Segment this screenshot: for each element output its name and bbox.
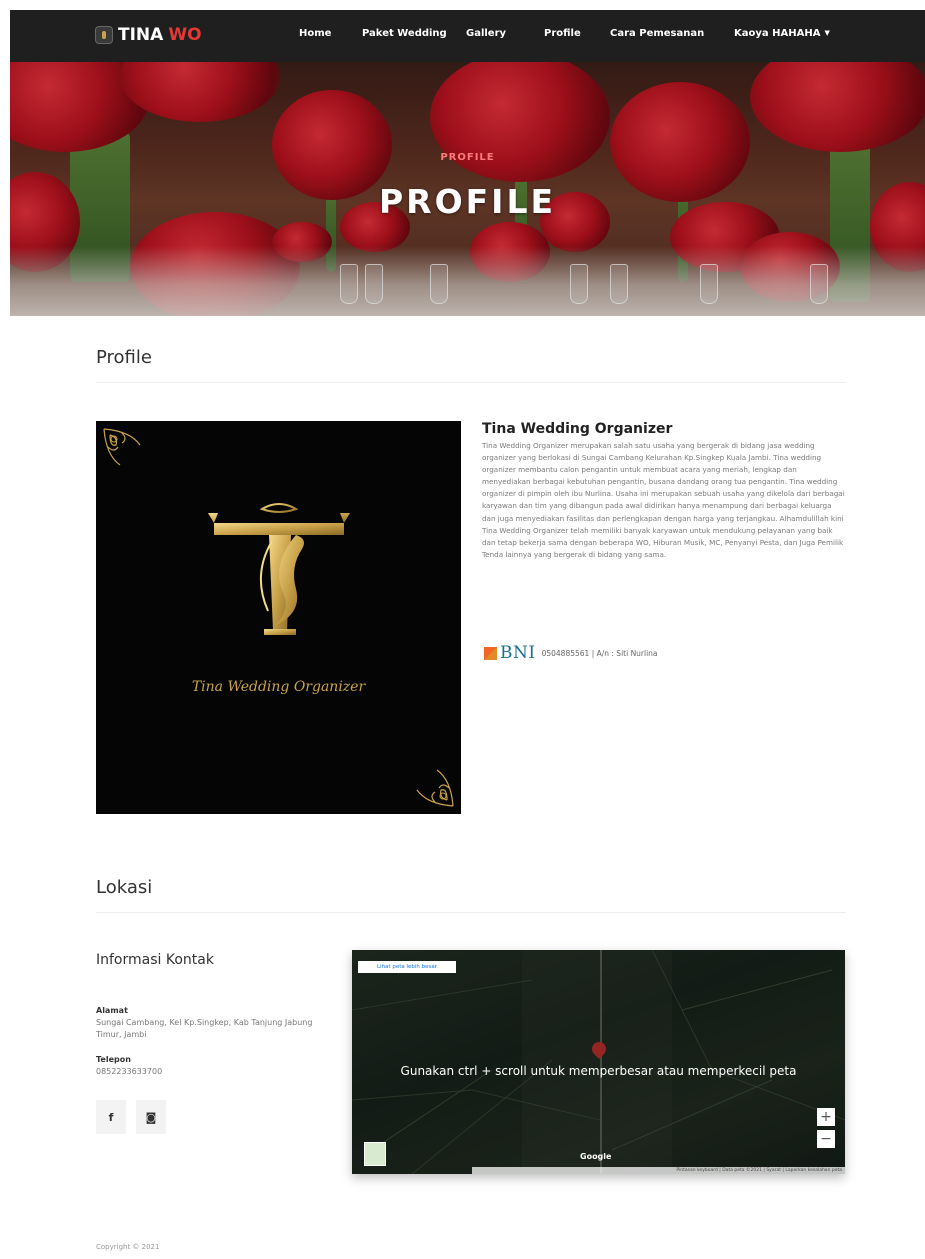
company-logo-image: Tina Wedding Organizer	[96, 421, 461, 814]
map-type-toggle[interactable]	[364, 1142, 386, 1166]
nav-user-label: Kaoya HAHAHA	[734, 28, 821, 39]
nav-user-dropdown[interactable]: Kaoya HAHAHA ▼	[734, 28, 830, 39]
corner-ornament-icon	[416, 769, 454, 807]
nav-home[interactable]: Home	[299, 28, 331, 39]
facebook-button[interactable]: f	[96, 1100, 126, 1134]
zoom-out-button[interactable]: −	[817, 1130, 835, 1148]
address-value: Sungai Cambang, Kel Kp.Singkep, Kab Tanj…	[96, 1018, 313, 1039]
location-section-title: Lokasi	[96, 877, 153, 898]
brand-name-part1: TINA	[118, 25, 164, 45]
nav-cara-pemesanan[interactable]: Cara Pemesanan	[610, 28, 704, 39]
google-logo: Google	[580, 1152, 612, 1161]
navbar: TINA WO Home Paket Wedding Gallery Profi…	[10, 10, 925, 62]
bni-logo-icon	[484, 646, 497, 660]
facebook-icon: f	[108, 1110, 114, 1124]
embedded-map[interactable]: Lihat peta lebih besar Gunakan ctrl + sc…	[352, 950, 845, 1174]
hero-title: PROFILE	[378, 182, 557, 221]
instagram-icon: ◙	[145, 1110, 157, 1124]
caret-down-icon: ▼	[824, 29, 830, 37]
bank-account-info: 0504885561 | A/n : Siti Nurlina	[541, 648, 658, 658]
contact-info-title: Informasi Kontak	[96, 952, 214, 968]
phone-label: Telepon	[96, 1055, 131, 1064]
divider	[96, 912, 846, 913]
profile-section-title: Profile	[96, 347, 152, 368]
nav-gallery[interactable]: Gallery	[466, 28, 506, 39]
map-attribution[interactable]: Pintasan keyboard | Data peta ©2021 | Sy…	[472, 1167, 845, 1174]
brand-name-part2: WO	[168, 25, 202, 45]
map-scroll-overlay	[352, 950, 845, 1174]
phone-value: 0852233633700	[96, 1067, 163, 1076]
address-label: Alamat	[96, 1006, 128, 1015]
instagram-button[interactable]: ◙	[136, 1100, 166, 1134]
company-name: Tina Wedding Organizer	[482, 421, 673, 437]
tina-monogram-icon	[208, 503, 350, 635]
brand-logo-icon	[95, 26, 113, 44]
divider	[96, 382, 846, 383]
larger-map-link[interactable]: Lihat peta lebih besar	[358, 961, 456, 973]
hero-banner: PROFILE PROFILE	[10, 62, 925, 316]
footer-copyright: Copyright © 2021	[96, 1243, 160, 1251]
map-scroll-message: Gunakan ctrl + scroll untuk memperbesar …	[400, 1064, 797, 1078]
hero-subtitle: PROFILE	[440, 152, 495, 163]
bank-name: BNI	[500, 643, 536, 663]
zoom-in-button[interactable]: +	[817, 1108, 835, 1126]
nav-profile[interactable]: Profile	[544, 28, 581, 39]
nav-paket-wedding[interactable]: Paket Wedding	[362, 28, 447, 39]
brand-logo[interactable]: TINA WO	[95, 25, 202, 45]
company-description: Tina Wedding Organizer merupakan salah s…	[482, 441, 845, 559]
corner-ornament-icon	[103, 428, 141, 466]
logo-script-text: Tina Wedding Organizer	[191, 679, 366, 695]
bank-account: BNI 0504885561 | A/n : Siti Nurlina	[484, 643, 658, 663]
